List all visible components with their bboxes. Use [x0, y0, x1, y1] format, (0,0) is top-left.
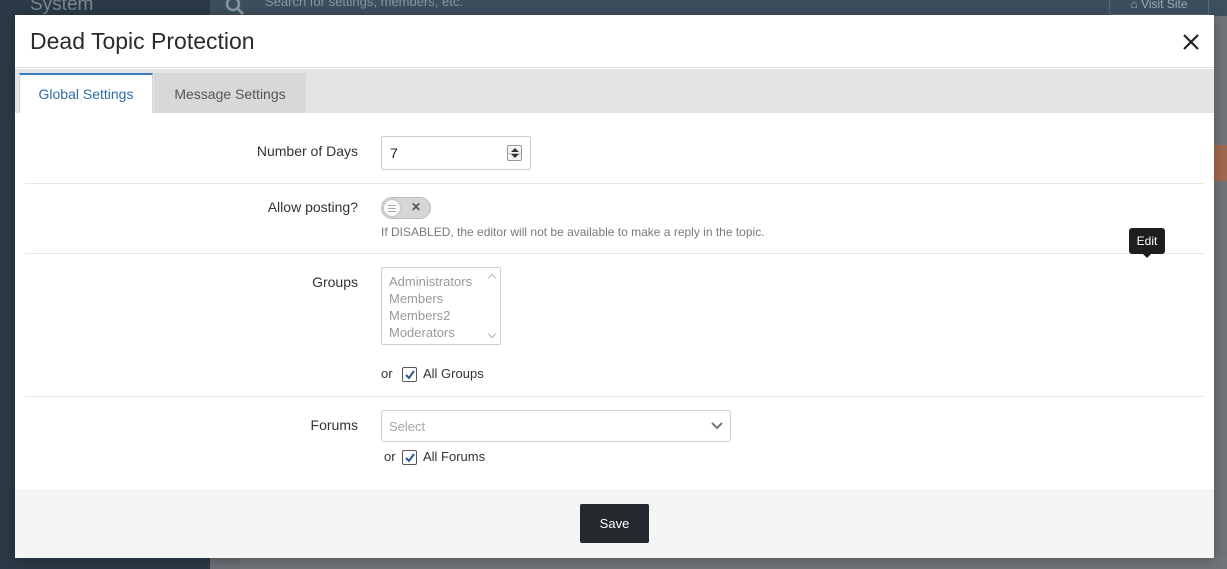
groups-label: Groups	[312, 274, 358, 290]
listbox-scrollbar[interactable]	[487, 269, 499, 343]
modal-footer: Save	[15, 489, 1214, 558]
modal-header: Dead Topic Protection	[15, 15, 1214, 68]
checkmark-icon	[405, 453, 415, 463]
days-spinner[interactable]	[507, 145, 522, 161]
groups-or-text: or	[381, 366, 393, 381]
forums-label: Forums	[310, 417, 358, 433]
spin-up-icon[interactable]	[511, 148, 519, 152]
posting-label: Allow posting?	[267, 199, 358, 215]
posting-help-text: If DISABLED, the editor will not be avai…	[381, 225, 765, 239]
all-groups-checkbox[interactable]	[402, 367, 417, 382]
edit-tooltip: Edit	[1129, 228, 1165, 258]
group-option[interactable]: Members2	[382, 307, 500, 324]
toggle-off-icon: ✕	[411, 200, 422, 214]
group-option[interactable]: Moderators	[382, 324, 500, 341]
group-option[interactable]: Administrators	[382, 273, 500, 290]
forums-or-text: or	[384, 449, 396, 464]
toggle-knob	[383, 199, 401, 217]
chevron-down-icon	[711, 422, 723, 430]
tab-bar: Global Settings Message Settings	[15, 69, 1214, 113]
scroll-down-icon[interactable]	[487, 329, 497, 339]
all-groups-label[interactable]: All Groups	[423, 366, 484, 381]
days-label: Number of Days	[256, 143, 358, 159]
settings-modal: Dead Topic Protection Global Settings Me…	[15, 15, 1214, 558]
forums-select-placeholder: Select	[389, 419, 426, 434]
groups-listbox[interactable]: Administrators Members Members2 Moderato…	[381, 267, 501, 345]
posting-row	[25, 184, 1204, 254]
posting-toggle[interactable]: ✕	[381, 197, 431, 219]
close-icon[interactable]	[1180, 31, 1202, 53]
group-option[interactable]: Members	[382, 290, 500, 307]
all-forums-label[interactable]: All Forums	[423, 449, 485, 464]
all-forums-checkbox[interactable]	[402, 450, 417, 465]
grip-icon	[388, 205, 396, 212]
scroll-up-icon[interactable]	[487, 273, 497, 283]
tab-global-settings[interactable]: Global Settings	[19, 73, 153, 113]
checkmark-icon	[405, 370, 415, 380]
modal-title: Dead Topic Protection	[30, 28, 255, 54]
tab-message-settings[interactable]: Message Settings	[154, 73, 306, 113]
spin-down-icon[interactable]	[511, 154, 519, 158]
save-button[interactable]: Save	[580, 504, 649, 543]
forums-select[interactable]: Select	[381, 410, 731, 442]
